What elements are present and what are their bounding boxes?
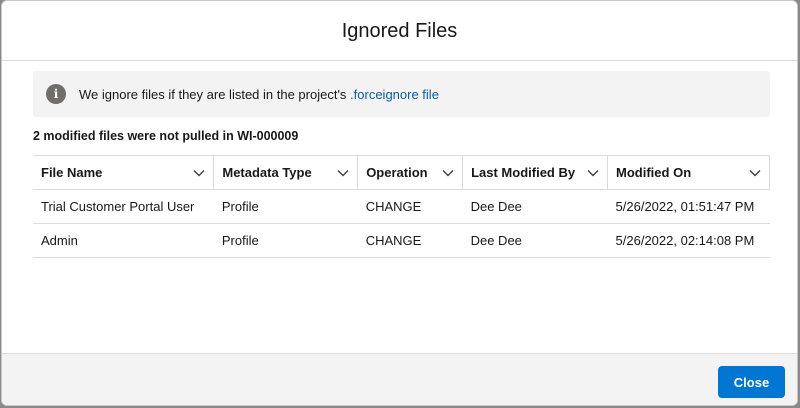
chevron-down-icon[interactable] [337,169,349,177]
column-header-file-name[interactable]: File Name [33,155,214,190]
chevron-down-icon[interactable] [442,169,454,177]
info-message: We ignore files if they are listed in th… [79,86,351,102]
column-label: Operation [366,165,428,180]
table-header-row: File Name Metadata Type Operation Last M… [33,155,770,190]
close-button[interactable]: Close [718,366,785,398]
info-text: We ignore files if they are listed in th… [79,87,439,102]
cell-metadata-type: Profile [213,189,358,224]
column-label: File Name [41,165,103,180]
column-label: Metadata Type [222,165,312,180]
table-row: Admin Profile CHANGE Dee Dee 5/26/2022, … [33,223,770,258]
info-notice: i We ignore files if they are listed in … [33,71,770,117]
cell-operation: CHANGE [357,223,463,258]
column-header-modified-on[interactable]: Modified On [607,155,770,190]
cell-modified-on: 5/26/2022, 01:51:47 PM [607,189,770,224]
cell-operation: CHANGE [357,189,463,224]
modal-header: Ignored Files [2,1,797,61]
ignored-files-modal: Ignored Files i We ignore files if they … [1,0,798,406]
modal-body: i We ignore files if they are listed in … [2,61,797,353]
cell-modified-on: 5/26/2022, 02:14:08 PM [607,223,770,258]
column-header-operation[interactable]: Operation [357,155,463,190]
column-label: Modified On [616,165,692,180]
info-icon: i [46,84,66,104]
chevron-down-icon[interactable] [749,169,761,177]
column-header-last-modified-by[interactable]: Last Modified By [462,155,608,190]
cell-file-name: Trial Customer Portal User [33,189,214,224]
cell-last-modified-by: Dee Dee [462,189,608,224]
ignored-files-table: File Name Metadata Type Operation Last M… [33,155,770,258]
cell-file-name: Admin [33,223,214,258]
chevron-down-icon[interactable] [587,169,599,177]
column-label: Last Modified By [471,165,576,180]
chevron-down-icon[interactable] [193,169,205,177]
modal-title: Ignored Files [341,20,458,42]
table-row: Trial Customer Portal User Profile CHANG… [33,189,770,224]
cell-last-modified-by: Dee Dee [462,223,608,258]
summary-text: 2 modified files were not pulled in WI-0… [33,129,299,143]
column-header-metadata-type[interactable]: Metadata Type [213,155,358,190]
forceignore-link[interactable]: .forceignore file [350,87,439,102]
modal-footer: Close [2,353,797,405]
cell-metadata-type: Profile [213,223,358,258]
